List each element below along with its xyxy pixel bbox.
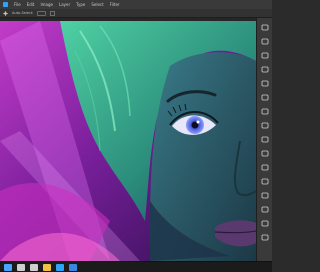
auto-select-dropdown[interactable] (37, 10, 47, 16)
eraser-icon[interactable] (261, 122, 269, 129)
type-icon[interactable] (261, 178, 269, 185)
menu-select[interactable]: Select (91, 0, 103, 9)
taskbar (0, 261, 272, 272)
brush-icon[interactable] (261, 94, 269, 101)
menu-layer[interactable]: Layer (59, 0, 70, 9)
move-tool-preset-icon[interactable] (3, 10, 8, 16)
photoshop-logo-icon[interactable] (3, 2, 8, 7)
marquee-icon[interactable] (261, 38, 269, 45)
transform-controls-icon[interactable] (50, 10, 56, 16)
clone-stamp-icon[interactable] (261, 108, 269, 115)
gradient-icon[interactable] (261, 136, 269, 143)
options-bar: Auto-Select: (0, 9, 272, 18)
auto-select-label: Auto-Select: (12, 11, 34, 15)
search-icon[interactable] (17, 264, 25, 271)
menu-filter[interactable]: Filter (110, 0, 120, 9)
edge-icon[interactable] (69, 264, 77, 271)
explorer-icon[interactable] (43, 264, 51, 271)
dodge-icon[interactable] (261, 150, 269, 157)
shape-icon[interactable] (261, 206, 269, 213)
menu-edit[interactable]: Edit (27, 0, 35, 9)
task-view-icon[interactable] (30, 264, 38, 271)
menu-file[interactable]: File (14, 0, 21, 9)
tools-panel (256, 18, 272, 261)
windows-start-icon[interactable] (4, 264, 12, 271)
zoom-icon[interactable] (261, 234, 269, 241)
pen-icon[interactable] (261, 164, 269, 171)
lasso-icon[interactable] (261, 52, 269, 59)
path-select-icon[interactable] (261, 192, 269, 199)
crop-icon[interactable] (261, 66, 269, 73)
document-canvas[interactable] (0, 21, 256, 261)
eye-highlight (196, 120, 200, 124)
hand-icon[interactable] (261, 220, 269, 227)
menu-bar: File Edit Image Layer Type Select Filter (0, 0, 272, 9)
menu-image[interactable]: Image (40, 0, 53, 9)
eyedropper-icon[interactable] (261, 80, 269, 87)
photoshop-icon[interactable] (56, 264, 64, 271)
move-icon[interactable] (261, 24, 269, 31)
artwork (0, 21, 256, 261)
menu-type[interactable]: Type (76, 0, 85, 9)
